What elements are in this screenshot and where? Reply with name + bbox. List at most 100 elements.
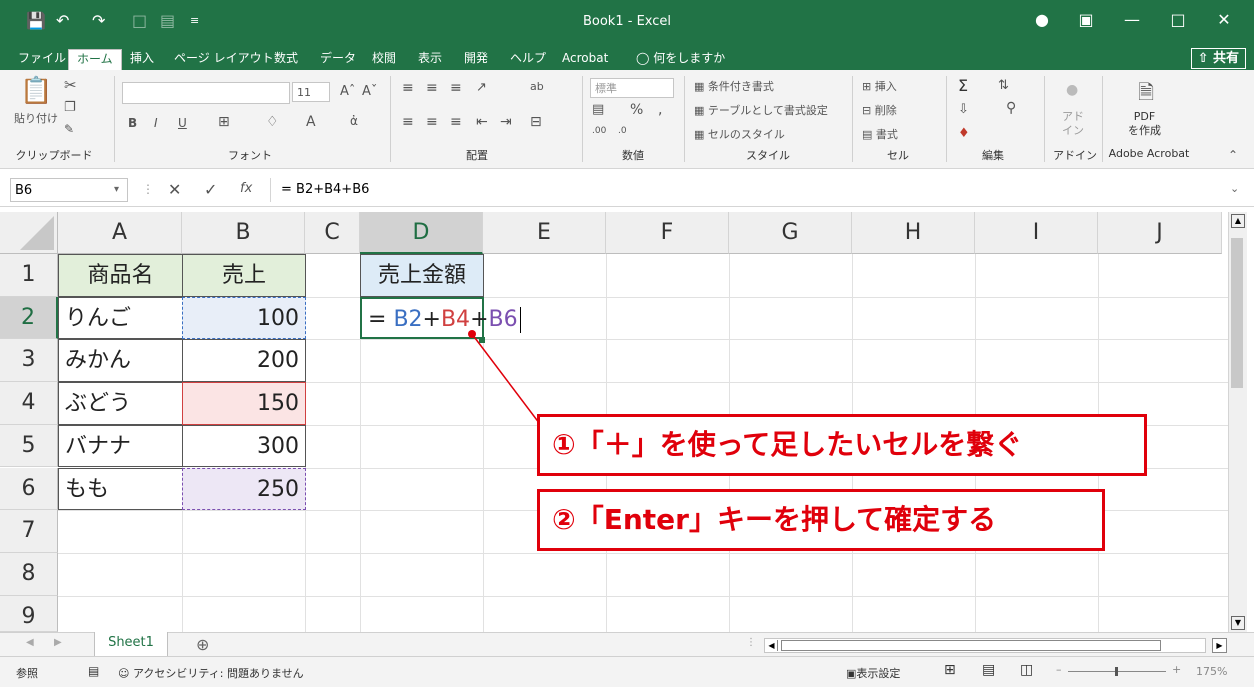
bold-button[interactable]: B	[128, 116, 137, 130]
cell-a3[interactable]: みかん	[58, 339, 183, 383]
row-header-5[interactable]: 5	[0, 424, 58, 468]
addin-label[interactable]: アド イン	[1062, 110, 1084, 138]
cell-b6[interactable]: 250	[182, 467, 306, 511]
decrease-decimal-icon[interactable]: .0	[618, 126, 627, 136]
tab-home[interactable]: ホーム	[68, 49, 122, 71]
format-painter-icon[interactable]: ✎	[64, 122, 74, 136]
tab-formulas[interactable]: 数式	[266, 49, 306, 70]
wrap-text-icon[interactable]: ab	[530, 80, 544, 93]
select-all-button[interactable]	[0, 212, 58, 254]
sort-filter-icon[interactable]: ⇅	[998, 78, 1009, 93]
zoom-in-icon[interactable]: +	[1172, 663, 1181, 676]
page-layout-view-icon[interactable]: ▤	[982, 662, 995, 678]
display-settings-button[interactable]: ▣表示設定	[846, 665, 900, 681]
row-header-3[interactable]: 3	[0, 339, 58, 383]
tab-split-grip-icon[interactable]: ⋮	[746, 637, 756, 648]
align-center-icon[interactable]: ≡	[426, 114, 438, 130]
row-header-8[interactable]: 8	[0, 552, 58, 596]
tab-acrobat[interactable]: Acrobat	[554, 49, 616, 70]
column-header-i[interactable]: I	[975, 212, 1098, 254]
column-header-c[interactable]: C	[305, 212, 360, 254]
scroll-left-icon[interactable]: ◀	[766, 640, 778, 651]
borders-icon[interactable]: ⊞	[218, 114, 230, 130]
align-top-icon[interactable]: ≡	[402, 80, 414, 96]
zoom-slider-thumb[interactable]	[1115, 667, 1118, 676]
font-color-icon[interactable]: A	[306, 114, 316, 130]
tab-view[interactable]: 表示	[410, 49, 450, 70]
align-middle-icon[interactable]: ≡	[426, 80, 438, 96]
zoom-out-icon[interactable]: –	[1056, 663, 1062, 676]
align-bottom-icon[interactable]: ≡	[450, 80, 462, 96]
tab-page-layout[interactable]: ページ レイアウト	[166, 49, 282, 70]
merge-center-icon[interactable]: ⊟	[530, 114, 542, 130]
cell-mode-icon[interactable]: ▤	[88, 664, 99, 678]
scroll-down-icon[interactable]: ▼	[1231, 616, 1245, 630]
cut-icon[interactable]: ✂	[64, 76, 77, 94]
column-header-a[interactable]: A	[58, 212, 182, 254]
formula-input[interactable]: = B2+B4+B6	[270, 178, 1241, 202]
cell-b4[interactable]: 150	[182, 382, 306, 425]
delete-cells-button[interactable]: ⊟ 削除	[862, 102, 897, 118]
expand-formula-bar-icon[interactable]: ⌄	[1230, 182, 1239, 195]
minimize-icon[interactable]: —	[1112, 10, 1152, 29]
column-header-h[interactable]: H	[852, 212, 975, 254]
accessibility-status[interactable]: ☺ アクセシビリティ: 問題ありません	[118, 665, 304, 681]
cell-styles-button[interactable]: ▦ セルのスタイル	[694, 126, 785, 142]
ribbon-display-icon[interactable]: ▣	[1066, 10, 1106, 29]
row-header-7[interactable]: 7	[0, 510, 58, 553]
insert-cells-button[interactable]: ⊞ 挿入	[862, 78, 897, 94]
next-sheet-icon[interactable]: ▶	[54, 637, 62, 648]
orientation-icon[interactable]: ↗	[476, 80, 487, 95]
page-break-view-icon[interactable]: ◫	[1020, 662, 1033, 678]
italic-button[interactable]: I	[154, 116, 158, 130]
row-header-1[interactable]: 1	[0, 254, 58, 297]
normal-view-icon[interactable]: ⊞	[944, 662, 956, 678]
font-grow-icon[interactable]: Aˆ	[340, 84, 355, 99]
underline-button[interactable]: U	[178, 116, 187, 130]
font-size-select[interactable]: 11	[292, 82, 330, 102]
scroll-right-icon[interactable]: ▶	[1212, 638, 1227, 653]
increase-indent-icon[interactable]: ⇥	[500, 114, 512, 130]
accounting-icon[interactable]: ▤	[592, 102, 604, 117]
cell-d1[interactable]: 売上金額	[360, 254, 484, 297]
increase-decimal-icon[interactable]: .00	[592, 126, 606, 136]
share-button[interactable]: ⇧ 共有	[1190, 48, 1246, 69]
scrollbar-thumb[interactable]	[1231, 238, 1243, 388]
clear-icon[interactable]: ♦	[958, 126, 970, 141]
scroll-up-icon[interactable]: ▲	[1231, 214, 1245, 228]
cell-b1[interactable]: 売上	[182, 254, 306, 297]
enter-button[interactable]: ✓	[204, 180, 217, 199]
phonetic-icon[interactable]: ἀ	[350, 114, 358, 128]
column-header-d[interactable]: D	[360, 212, 483, 254]
column-header-f[interactable]: F	[606, 212, 729, 254]
tab-developer[interactable]: 開発	[456, 49, 496, 70]
find-select-icon[interactable]: ⚲	[1006, 100, 1016, 116]
cell-a6[interactable]: もも	[58, 467, 183, 511]
close-icon[interactable]: ✕	[1204, 10, 1244, 29]
tab-file[interactable]: ファイル	[10, 49, 74, 70]
cell-a5[interactable]: バナナ	[58, 424, 183, 468]
comma-button[interactable]: ,	[658, 102, 662, 118]
addin-icon[interactable]: ●	[1066, 82, 1078, 98]
zoom-level[interactable]: 175%	[1196, 665, 1227, 678]
tell-me-search[interactable]: ◯ 何をしますか	[628, 49, 733, 70]
cell-b3[interactable]: 200	[182, 339, 306, 383]
collapse-ribbon-icon[interactable]: ⌃	[1228, 148, 1238, 162]
column-header-j[interactable]: J	[1098, 212, 1222, 254]
tab-data[interactable]: データ	[312, 49, 364, 70]
cell-a4[interactable]: ぶどう	[58, 382, 183, 425]
column-header-b[interactable]: B	[182, 212, 305, 254]
horizontal-scroll-thumb[interactable]	[781, 640, 1161, 651]
row-header-9[interactable]: 9	[0, 595, 58, 632]
paste-label[interactable]: 貼り付け	[14, 110, 58, 126]
cell-b2[interactable]: 100	[182, 296, 306, 340]
font-name-select[interactable]	[122, 82, 290, 104]
maximize-icon[interactable]: □	[1158, 10, 1198, 29]
fill-color-icon[interactable]: ♢	[266, 114, 279, 130]
name-box-dropdown-icon[interactable]: ▾	[114, 184, 119, 195]
name-box[interactable]: B6	[10, 178, 128, 202]
account-icon[interactable]: ●	[1022, 10, 1062, 29]
cell-a2[interactable]: りんご	[58, 296, 183, 340]
sheet-tab-sheet1[interactable]: Sheet1	[94, 632, 168, 658]
align-right-icon[interactable]: ≡	[450, 114, 462, 130]
